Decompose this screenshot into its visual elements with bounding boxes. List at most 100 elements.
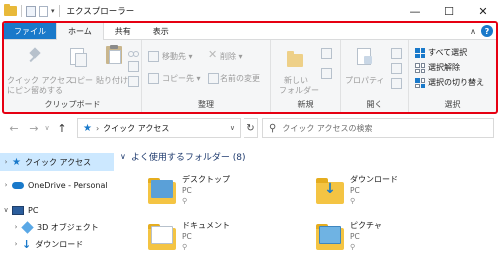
tab-view[interactable]: 表示 (142, 23, 180, 39)
search-input[interactable]: ⚲ クイック アクセスの検索 (262, 118, 494, 138)
content-pane: ∨ よく使用するフォルダー (8) デスクトップ PC ⚲ ↓ ダウンロード P… (114, 148, 500, 259)
new-folder-icon (287, 51, 303, 67)
open-group: プロパティ 開く (341, 40, 409, 112)
address-dropdown-chevron-icon[interactable]: ∨ (230, 124, 235, 132)
delete-button[interactable]: 削除 ▾ (220, 52, 243, 62)
desktop-folder-icon (148, 178, 176, 204)
title-bar: ▾ エクスプローラー — ☐ ✕ (0, 0, 500, 22)
folder-tile-pictures[interactable]: ピクチャ PC ⚲ (316, 220, 486, 259)
maximize-button[interactable]: ☐ (432, 0, 466, 22)
new-item-icon[interactable] (321, 48, 332, 59)
folder-tile-documents[interactable]: ドキュメント PC ⚲ (148, 220, 318, 259)
pin-to-quick-access-button[interactable]: クイック アクセス にピン留めする (7, 76, 73, 96)
easy-access-icon[interactable] (321, 68, 332, 79)
new-folder-button[interactable]: 新しい フォルダー (279, 76, 319, 96)
nav-item-3d-objects[interactable]: › 3D オブジェクト (0, 218, 114, 236)
paste-button[interactable]: 貼り付け (96, 76, 128, 86)
properties-qat-icon[interactable] (26, 5, 36, 17)
nav-item-label: OneDrive - Personal (28, 180, 108, 190)
address-bar[interactable]: ★ › クイック アクセス ∨ (77, 118, 241, 138)
properties-icon (357, 48, 372, 65)
organize-group-label: 整理 (198, 100, 214, 109)
expand-chevron-icon[interactable]: › (10, 240, 22, 248)
new-group: 新しい フォルダー 新規 (271, 40, 341, 112)
history-icon[interactable] (391, 78, 402, 89)
expand-chevron-icon[interactable]: › (0, 158, 12, 166)
pinned-icon: ⚲ (350, 243, 356, 251)
frequent-folders-header[interactable]: ∨ よく使用するフォルダー (8) (120, 150, 245, 163)
properties-button[interactable]: プロパティ (345, 76, 385, 86)
select-all-icon (415, 48, 425, 58)
copy-button[interactable]: コピー (69, 76, 93, 86)
tab-file[interactable]: ファイル (4, 23, 56, 39)
breadcrumb-separator-icon[interactable]: › (96, 124, 99, 133)
forward-arrow-icon[interactable]: → (26, 122, 42, 135)
nav-item-quick-access[interactable]: › ★ クイック アクセス (0, 153, 114, 171)
open-group-label: 開く (366, 100, 383, 109)
open-icon[interactable] (391, 48, 402, 59)
nav-item-downloads[interactable]: › ↓ ダウンロード (0, 235, 114, 253)
new-folder-qat-icon[interactable] (39, 5, 48, 17)
folder-location: PC (182, 186, 192, 195)
breadcrumb-quick-access[interactable]: クイック アクセス (103, 123, 169, 134)
rename-button[interactable]: 名前の変更 (220, 74, 260, 84)
copy-path-icon[interactable] (128, 61, 139, 72)
select-none-button[interactable]: 選択解除 (428, 63, 460, 73)
refresh-icon: ↻ (246, 122, 255, 134)
select-group-label: 選択 (444, 100, 461, 109)
cut-icon[interactable] (128, 46, 139, 57)
folder-tile-desktop[interactable]: デスクトップ PC ⚲ (148, 174, 318, 214)
minimize-button[interactable]: — (398, 0, 432, 22)
copy-to-button[interactable]: コピー先 ▾ (162, 74, 201, 84)
folder-location: PC (350, 186, 360, 195)
collapse-chevron-icon[interactable]: ∨ (0, 206, 12, 214)
pinned-icon: ⚲ (182, 197, 188, 205)
invert-selection-icon (415, 78, 425, 88)
refresh-button[interactable]: ↻ (244, 118, 258, 138)
folder-name: ダウンロード (350, 175, 398, 184)
expand-chevron-icon[interactable]: › (0, 181, 12, 189)
toolbar-divider (58, 5, 60, 17)
help-icon[interactable]: ? (481, 25, 493, 37)
cloud-icon (12, 181, 24, 189)
folder-tile-downloads[interactable]: ↓ ダウンロード PC ⚲ (316, 174, 486, 214)
documents-folder-icon (148, 224, 176, 250)
navigation-pane: › ★ クイック アクセス › OneDrive - Personal ∨ PC… (0, 148, 114, 259)
search-placeholder: クイック アクセスの検索 (282, 123, 373, 133)
close-button[interactable]: ✕ (466, 0, 500, 22)
invert-selection-button[interactable]: 選択の切り替え (428, 78, 484, 88)
select-group: すべて選択 選択解除 選択の切り替え 選択 (409, 40, 496, 112)
up-arrow-icon[interactable]: ↑ (54, 122, 70, 135)
copy-to-icon (148, 73, 159, 84)
nav-item-label: クイック アクセス (24, 157, 92, 167)
pin-icon (28, 48, 42, 64)
customize-qat-chevron-icon[interactable]: ▾ (51, 7, 55, 15)
select-none-icon (415, 63, 425, 73)
paste-icon (106, 45, 122, 64)
folder-location: PC (182, 232, 192, 241)
select-all-button[interactable]: すべて選択 (428, 48, 467, 58)
collapse-ribbon-chevron-icon[interactable]: ∧ (470, 27, 476, 36)
clipboard-group: クイック アクセス にピン留めする コピー 貼り付け クリップボード (4, 40, 142, 112)
rename-icon (208, 73, 219, 84)
recent-locations-chevron-icon[interactable]: ∨ (42, 124, 52, 132)
quick-access-star-icon: ★ (83, 122, 92, 134)
paste-shortcut-icon[interactable] (128, 76, 139, 87)
pinned-icon: ⚲ (182, 243, 188, 251)
tab-share[interactable]: 共有 (104, 23, 142, 39)
nav-item-onedrive[interactable]: › OneDrive - Personal (0, 176, 114, 194)
download-arrow-icon: ↓ (22, 237, 32, 251)
pictures-folder-icon (316, 224, 344, 250)
pinned-icon: ⚲ (350, 197, 356, 205)
collapse-chevron-icon[interactable]: ∨ (120, 152, 126, 161)
back-arrow-icon[interactable]: ← (6, 122, 22, 135)
edit-icon[interactable] (391, 63, 402, 74)
folder-icon (4, 4, 17, 16)
move-to-button[interactable]: 移動先 ▾ (162, 52, 193, 62)
nav-item-label: ダウンロード (35, 239, 84, 249)
window-title: エクスプローラー (66, 7, 135, 17)
quick-access-toolbar: ▾ (0, 4, 61, 17)
toolbar-divider (21, 5, 22, 17)
nav-item-pc[interactable]: ∨ PC (0, 201, 114, 219)
tab-home[interactable]: ホーム (56, 23, 104, 40)
